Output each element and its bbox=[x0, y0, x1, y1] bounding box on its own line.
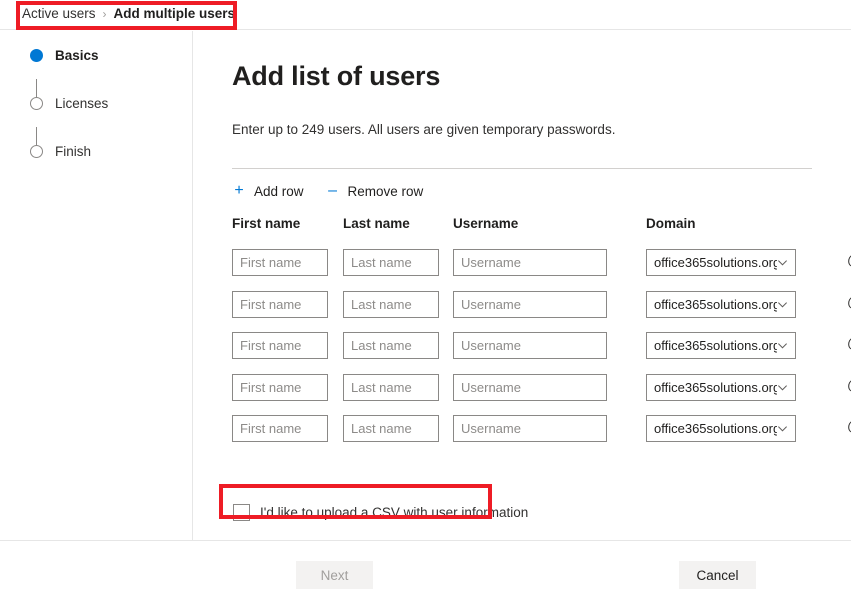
step-label-finish: Finish bbox=[55, 143, 92, 159]
remove-row-label: Remove row bbox=[347, 183, 424, 199]
table-header-row: First name Last name Username Domain bbox=[232, 216, 812, 238]
step-label-basics: Basics bbox=[55, 47, 99, 63]
chevron-down-icon bbox=[778, 260, 787, 266]
username-input-row-5[interactable] bbox=[453, 415, 607, 442]
last-name-input-row-2[interactable] bbox=[343, 290, 439, 318]
vertical-divider bbox=[192, 31, 193, 540]
domain-dropdown-row-1[interactable]: office365solutions.org bbox=[646, 249, 796, 276]
cancel-button[interactable]: Cancel bbox=[679, 561, 756, 589]
table-row: @ office365solutions.org bbox=[232, 415, 851, 457]
first-name-input-row-2[interactable] bbox=[232, 290, 328, 318]
first-name-input-row-4[interactable] bbox=[232, 373, 328, 401]
command-bar: + Add row – Remove row bbox=[232, 180, 812, 202]
step-dot-inactive-icon bbox=[30, 144, 43, 158]
sidebar-item-basics[interactable]: Basics bbox=[0, 31, 192, 79]
username-input-row-3[interactable] bbox=[453, 332, 607, 359]
body-area: Basics Licenses Finish Add list of users… bbox=[0, 31, 851, 540]
first-name-input-row-5[interactable] bbox=[232, 415, 328, 442]
last-name-input-row-3[interactable] bbox=[343, 332, 439, 359]
sidebar-item-finish[interactable]: Finish bbox=[0, 127, 192, 175]
checkbox-icon[interactable] bbox=[233, 503, 250, 521]
domain-dropdown-row-2[interactable]: office365solutions.org bbox=[646, 290, 796, 318]
content-divider bbox=[232, 168, 812, 169]
chevron-down-icon bbox=[778, 343, 787, 349]
column-header-username: Username bbox=[453, 216, 519, 231]
last-name-input-row-5[interactable] bbox=[343, 415, 439, 442]
user-rows: @ office365solutions.org @ office365solutio… bbox=[232, 249, 851, 457]
domain-dropdown-row-3[interactable]: office365solutions.org bbox=[646, 332, 796, 359]
breadcrumb-current-page: Add multiple users bbox=[113, 6, 236, 21]
minus-icon: – bbox=[328, 182, 337, 199]
chevron-down-icon bbox=[778, 426, 787, 432]
at-symbol-icon: @ bbox=[847, 252, 851, 269]
add-row-button[interactable]: + Add row bbox=[232, 182, 304, 199]
table-row: @ office365solutions.org bbox=[232, 373, 851, 416]
page-title: Add list of users bbox=[232, 61, 441, 91]
footer-bar: Next Cancel bbox=[0, 541, 851, 600]
column-header-first-name: First name bbox=[232, 216, 301, 231]
username-input-row-1[interactable] bbox=[453, 249, 607, 276]
first-name-input-row-1[interactable] bbox=[232, 249, 328, 276]
column-header-domain: Domain bbox=[646, 216, 696, 231]
table-row: @ office365solutions.org bbox=[232, 332, 851, 374]
main-content: Add list of users Enter up to 249 users.… bbox=[232, 31, 851, 521]
step-label-licenses: Licenses bbox=[55, 95, 109, 111]
domain-dropdown-value: office365solutions.org bbox=[654, 338, 777, 353]
remove-row-button[interactable]: – Remove row bbox=[326, 182, 424, 199]
chevron-down-icon bbox=[778, 301, 787, 308]
table-row: @ office365solutions.org bbox=[232, 249, 851, 291]
step-dot-active-icon bbox=[30, 48, 43, 62]
breadcrumb-link-active-users[interactable]: Active users bbox=[22, 6, 96, 21]
csv-upload-checkbox[interactable]: I'd like to upload a CSV with user infor… bbox=[232, 503, 528, 521]
first-name-input-row-3[interactable] bbox=[232, 332, 328, 359]
table-row: @ office365solutions.org bbox=[232, 290, 851, 333]
last-name-input-row-1[interactable] bbox=[343, 249, 439, 276]
csv-upload-checkbox-label: I'd like to upload a CSV with user infor… bbox=[260, 504, 529, 520]
at-symbol-icon: @ bbox=[847, 418, 851, 435]
at-symbol-icon: @ bbox=[847, 377, 851, 394]
domain-dropdown-value: office365solutions.org bbox=[654, 421, 777, 436]
last-name-input-row-4[interactable] bbox=[343, 373, 439, 401]
domain-dropdown-value: office365solutions.org bbox=[654, 296, 777, 312]
breadcrumb-bar: Active users › Add multiple users bbox=[0, 0, 851, 30]
username-input-row-4[interactable] bbox=[453, 373, 607, 401]
column-header-last-name: Last name bbox=[343, 216, 410, 231]
next-button[interactable]: Next bbox=[296, 561, 373, 589]
domain-dropdown-value: office365solutions.org bbox=[654, 379, 777, 395]
breadcrumb: Active users › Add multiple users bbox=[22, 6, 235, 21]
add-row-label: Add row bbox=[254, 183, 304, 199]
username-input-row-2[interactable] bbox=[453, 290, 607, 318]
chevron-right-icon: › bbox=[102, 6, 107, 21]
plus-icon: + bbox=[234, 182, 244, 199]
step-dot-inactive-icon bbox=[30, 96, 43, 110]
wizard-steps: Basics Licenses Finish bbox=[0, 31, 192, 175]
at-symbol-icon: @ bbox=[847, 294, 851, 311]
chevron-down-icon bbox=[778, 384, 787, 391]
domain-dropdown-row-4[interactable]: office365solutions.org bbox=[646, 373, 796, 401]
domain-dropdown-row-5[interactable]: office365solutions.org bbox=[646, 415, 796, 442]
page-subtitle: Enter up to 249 users. All users are giv… bbox=[232, 122, 616, 137]
sidebar-item-licenses[interactable]: Licenses bbox=[0, 79, 192, 127]
at-symbol-icon: @ bbox=[847, 335, 851, 352]
domain-dropdown-value: office365solutions.org bbox=[654, 255, 777, 270]
